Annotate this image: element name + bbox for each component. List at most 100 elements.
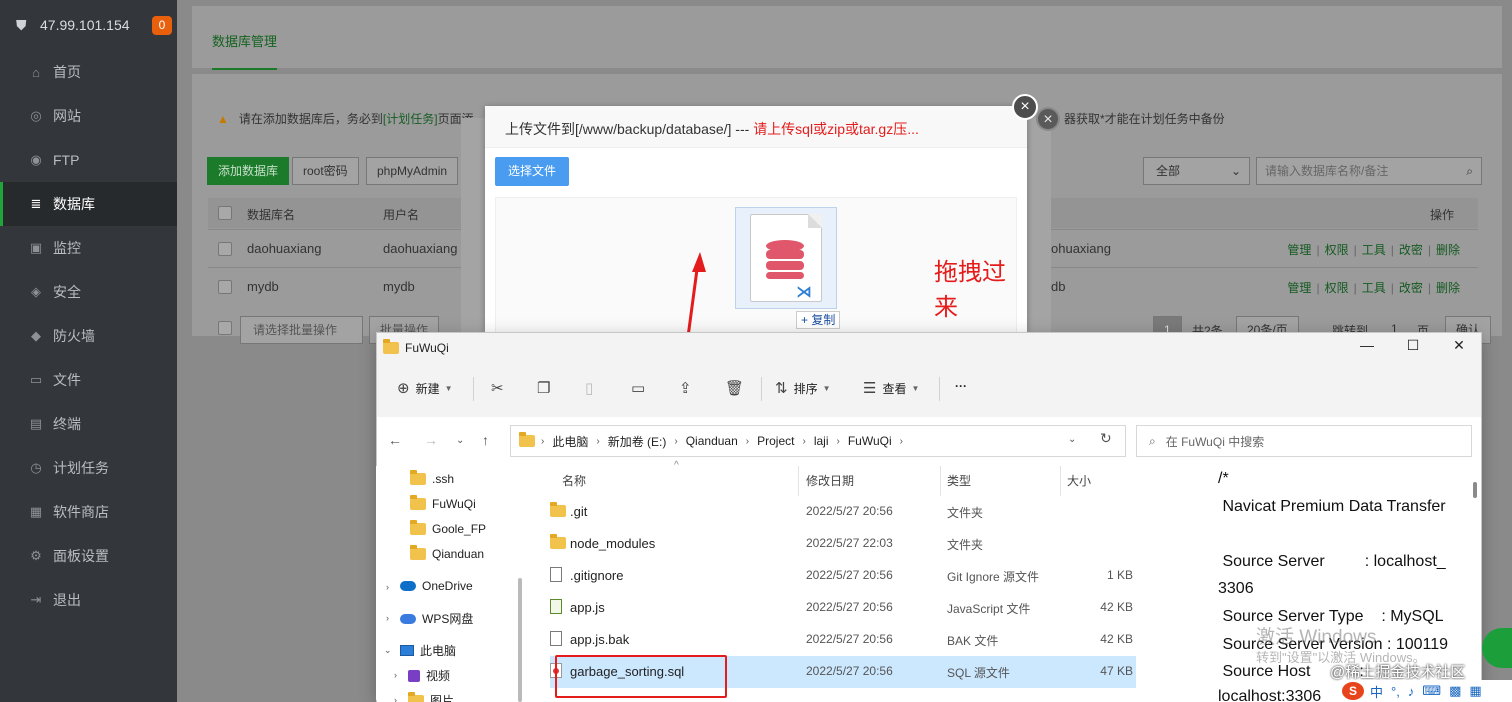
file-row-app-js[interactable]: app.js 2022/5/27 20:56 JavaScript 文件 42 …: [550, 592, 1136, 624]
expand-icon[interactable]: ›: [386, 613, 389, 623]
breadcrumb-drive-e[interactable]: 新加卷 (E:): [608, 433, 667, 450]
sidebar-item-security[interactable]: ◈ 安全: [0, 270, 177, 314]
forward-icon[interactable]: →: [424, 432, 438, 448]
menu-grid-icon[interactable]: ▦: [1469, 683, 1481, 699]
address-bar[interactable]: › 此电脑 › 新加卷 (E:) › Qianduan › Project › laji…: [510, 425, 1126, 457]
sidebar-item-website[interactable]: ◎ 网站: [0, 94, 177, 138]
tree-item-onedrive[interactable]: OneDrive: [400, 579, 473, 593]
cut-button[interactable]: ✂: [491, 379, 510, 397]
explorer-search-input[interactable]: ⌕ 在 FuWuQi 中搜索: [1136, 425, 1472, 457]
sidebar-item-home[interactable]: ⌂ 首页: [0, 50, 177, 94]
back-icon[interactable]: ←: [388, 432, 402, 448]
add-database-button[interactable]: 添加数据库: [207, 157, 290, 185]
ime-toolbar[interactable]: S 中 °, ♪ ⌨ ▩ ▦: [1340, 680, 1512, 702]
file-row-git[interactable]: .git 2022/5/27 20:56 文件夹: [550, 496, 1136, 528]
collapse-icon[interactable]: ⌄: [384, 645, 392, 656]
minimize-icon[interactable]: —: [1357, 337, 1377, 353]
phpmyadmin-button[interactable]: phpMyAdmin: [366, 157, 459, 185]
more-button[interactable]: ···: [955, 379, 967, 393]
tools-link[interactable]: 工具: [1362, 243, 1386, 257]
column-divider[interactable]: [1060, 466, 1061, 496]
tree-item-wps[interactable]: WPS网盘: [400, 610, 473, 627]
change-password-link[interactable]: 改密: [1399, 243, 1423, 257]
row-checkbox[interactable]: [218, 280, 232, 294]
col-type[interactable]: 类型: [947, 472, 971, 489]
dragged-file[interactable]: ⋊: [735, 207, 837, 309]
file-row-gitignore[interactable]: .gitignore 2022/5/27 20:56 Git Ignore 源文…: [550, 560, 1136, 592]
col-db-name[interactable]: 数据库名: [247, 206, 295, 223]
sidebar-item-ftp[interactable]: ◉ FTP: [0, 138, 177, 182]
file-row-app-js-bak[interactable]: app.js.bak 2022/5/27 20:56 BAK 文件 42 KB: [550, 624, 1136, 656]
tree-item-pictures[interactable]: 图片: [408, 691, 454, 702]
breadcrumb-laji[interactable]: laji: [814, 434, 829, 448]
tree-scrollbar[interactable]: [518, 578, 522, 702]
copy-button[interactable]: ❐: [537, 379, 556, 397]
paste-button[interactable]: ▯: [585, 379, 599, 397]
sidebar-item-settings[interactable]: ⚙ 面板设置: [0, 534, 177, 578]
root-password-button[interactable]: root密码: [292, 157, 359, 185]
manage-link[interactable]: 管理: [1287, 243, 1311, 257]
change-password-link[interactable]: 改密: [1399, 281, 1423, 295]
maximize-icon[interactable]: ☐: [1403, 337, 1423, 354]
col-size[interactable]: 大小: [1067, 472, 1091, 489]
view-button[interactable]: ☰ 查看 ▼: [863, 379, 919, 397]
filter-select[interactable]: 全部 ⌄: [1143, 157, 1250, 185]
tab-database-manage[interactable]: 数据库管理: [212, 31, 278, 70]
file-row-node-modules[interactable]: node_modules 2022/5/27 22:03 文件夹: [550, 528, 1136, 560]
database-search-input[interactable]: 请输入数据库名称/备注 ⌕: [1256, 157, 1482, 185]
recent-chevron-icon[interactable]: ⌄: [456, 435, 464, 446]
column-divider[interactable]: [798, 466, 799, 496]
mic-icon[interactable]: ♪: [1408, 684, 1415, 699]
col-modified[interactable]: 修改日期: [806, 472, 854, 489]
punctuation-icon[interactable]: °,: [1391, 684, 1400, 699]
tree-item-goole-fp[interactable]: Goole_FP: [410, 520, 486, 536]
sidebar-item-database[interactable]: ≣ 数据库: [0, 182, 177, 226]
search-icon[interactable]: ⌕: [1466, 158, 1473, 184]
refresh-icon[interactable]: ↻: [1100, 430, 1112, 447]
tree-item-ssh[interactable]: .ssh: [410, 470, 454, 486]
sidebar-item-terminal[interactable]: ▤ 终端: [0, 402, 177, 446]
tree-item-videos[interactable]: 视频: [408, 667, 450, 684]
background-dialog-close-icon[interactable]: ×: [1036, 107, 1060, 131]
select-all-checkbox[interactable]: [218, 206, 232, 220]
address-dropdown-icon[interactable]: ⌄: [1068, 434, 1076, 445]
delete-button[interactable]: 🗑: [725, 379, 750, 397]
breadcrumb-qianduan[interactable]: Qianduan: [686, 434, 738, 448]
notification-badge[interactable]: 0: [152, 16, 172, 35]
breadcrumb-project[interactable]: Project: [757, 434, 794, 448]
bottom-select-all-checkbox[interactable]: [218, 321, 232, 335]
ime-mode[interactable]: 中: [1370, 682, 1383, 701]
row-checkbox[interactable]: [218, 242, 232, 256]
permission-link[interactable]: 权限: [1325, 281, 1349, 295]
up-icon[interactable]: ↑: [482, 432, 489, 448]
rename-button[interactable]: ▭: [631, 379, 651, 397]
new-button[interactable]: ⊕ 新建 ▼: [397, 379, 453, 397]
tools-link[interactable]: 工具: [1362, 281, 1386, 295]
tree-item-fuwuqi[interactable]: FuWuQi: [410, 495, 476, 511]
col-username[interactable]: 用户名: [383, 206, 419, 223]
cron-link[interactable]: [计划任务]: [383, 112, 438, 126]
close-window-icon[interactable]: ✕: [1449, 337, 1469, 354]
tree-item-qianduan[interactable]: Qianduan: [410, 545, 484, 561]
preview-scrollbar[interactable]: [1470, 466, 1480, 702]
sidebar-item-files[interactable]: ▭ 文件: [0, 358, 177, 402]
sidebar-item-logout[interactable]: ⇥ 退出: [0, 578, 177, 622]
delete-link[interactable]: 删除: [1436, 243, 1460, 257]
sidebar-item-firewall[interactable]: ◆ 防火墙: [0, 314, 177, 358]
batch-select[interactable]: 请选择批量操作: [240, 316, 363, 344]
choose-file-button[interactable]: 选择文件: [495, 157, 569, 186]
expand-icon[interactable]: ›: [394, 695, 397, 702]
delete-link[interactable]: 删除: [1436, 281, 1460, 295]
expand-icon[interactable]: ›: [386, 582, 389, 592]
column-divider[interactable]: [940, 466, 941, 496]
sidebar-item-monitor[interactable]: ▣ 监控: [0, 226, 177, 270]
keyboard-icon[interactable]: ⌨: [1422, 683, 1441, 699]
expand-icon[interactable]: ›: [394, 670, 397, 680]
sidebar-item-cron[interactable]: ◷ 计划任务: [0, 446, 177, 490]
col-name[interactable]: 名称: [562, 472, 586, 489]
manage-link[interactable]: 管理: [1287, 281, 1311, 295]
share-button[interactable]: ⇪: [679, 379, 698, 397]
close-icon[interactable]: ×: [1012, 94, 1038, 120]
sidebar-item-store[interactable]: ▦ 软件商店: [0, 490, 177, 534]
scrollbar-thumb[interactable]: [1473, 482, 1477, 498]
